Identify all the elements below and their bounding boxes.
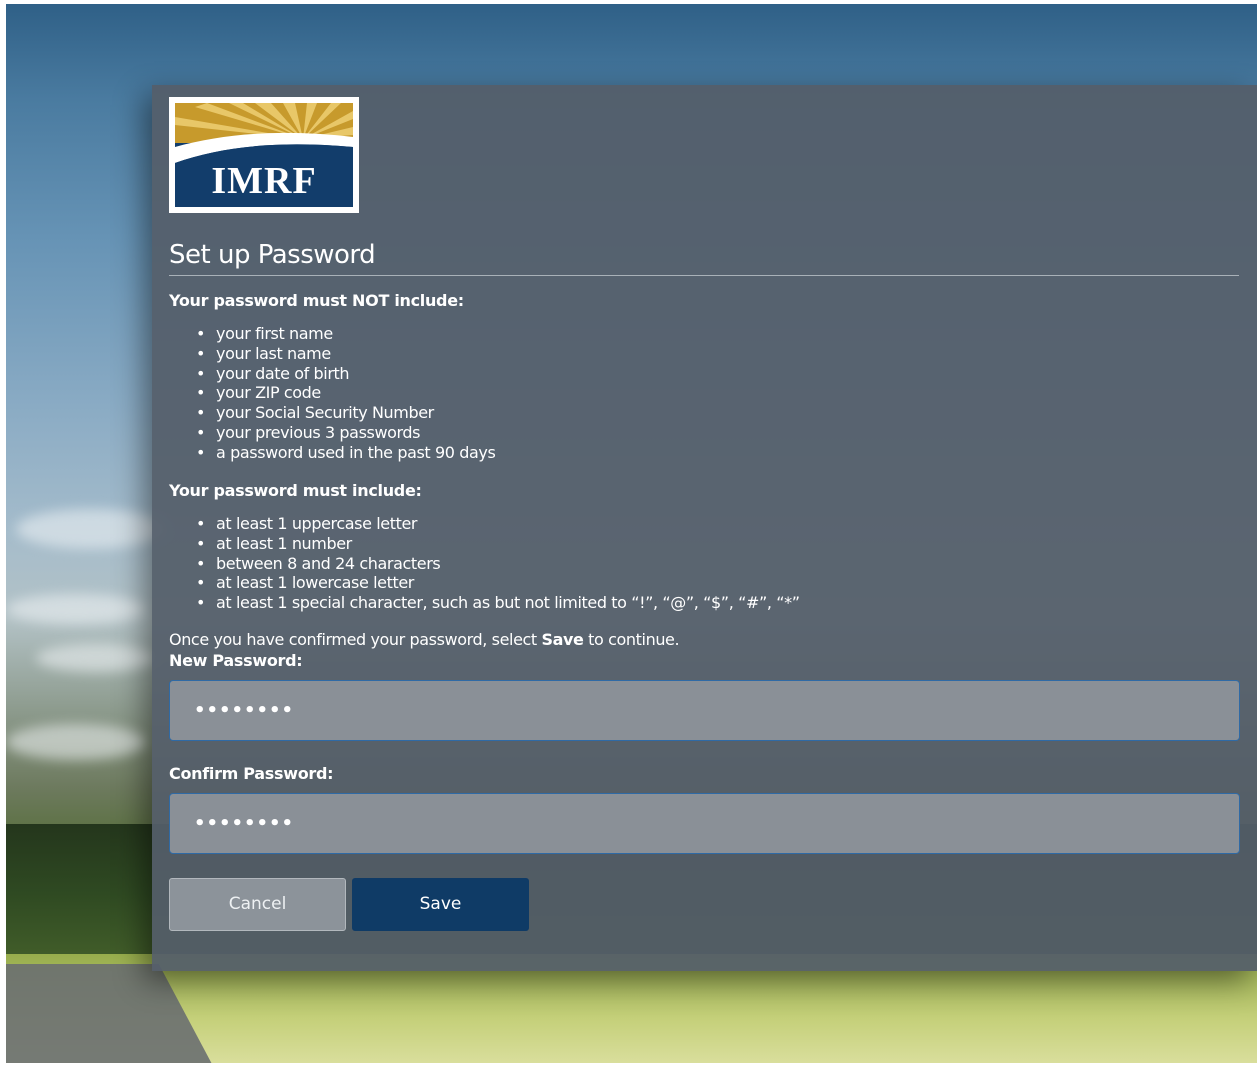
list-item: your first name bbox=[196, 324, 495, 344]
instruction-emphasis: Save bbox=[541, 630, 584, 649]
must-not-include-heading: Your password must NOT include: bbox=[169, 291, 464, 310]
instruction-text: Once you have confirmed your password, s… bbox=[169, 630, 542, 649]
confirm-password-field[interactable]: •••••••• bbox=[169, 793, 1240, 854]
title-divider bbox=[169, 275, 1239, 276]
cloud bbox=[36, 644, 156, 672]
save-button[interactable]: Save bbox=[352, 878, 529, 931]
new-password-label: New Password: bbox=[169, 651, 303, 670]
list-item: your last name bbox=[196, 344, 495, 364]
must-include-heading: Your password must include: bbox=[169, 481, 422, 500]
list-item: at least 1 lowercase letter bbox=[196, 573, 800, 593]
list-item: your previous 3 passwords bbox=[196, 423, 495, 443]
imrf-logo: IMRF bbox=[169, 97, 359, 213]
instruction-text-end: to continue. bbox=[583, 630, 680, 649]
list-item: at least 1 special character, such as bu… bbox=[196, 593, 800, 613]
must-not-include-list: your first name your last name your date… bbox=[196, 324, 496, 463]
cloud bbox=[6, 594, 146, 624]
list-item: a password used in the past 90 days bbox=[196, 443, 496, 463]
save-instruction: Once you have confirmed your password, s… bbox=[169, 630, 680, 649]
list-item: your Social Security Number bbox=[196, 403, 495, 423]
page-title: Set up Password bbox=[169, 240, 376, 270]
list-item: at least 1 uppercase letter bbox=[196, 514, 800, 534]
must-include-list: at least 1 uppercase letter at least 1 n… bbox=[196, 514, 800, 613]
cancel-button[interactable]: Cancel bbox=[169, 878, 346, 931]
cloud bbox=[6, 724, 146, 760]
logo-wordmark: IMRF bbox=[211, 160, 317, 202]
list-item: at least 1 number bbox=[196, 534, 800, 554]
list-item: your ZIP code bbox=[196, 383, 495, 403]
list-item: your date of birth bbox=[196, 364, 495, 384]
list-item: between 8 and 24 characters bbox=[196, 554, 800, 574]
cloud bbox=[16, 509, 166, 549]
new-password-field[interactable]: •••••••• bbox=[169, 680, 1240, 741]
confirm-password-label: Confirm Password: bbox=[169, 764, 334, 783]
